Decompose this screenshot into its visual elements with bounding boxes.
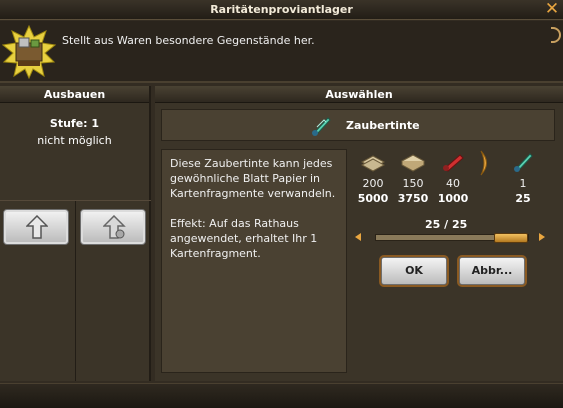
dialog-window: Raritätenproviantlager ✕ Stellt aus Ware… xyxy=(0,0,563,408)
description-panel: Stellt aus Waren besondere Gegenstände h… xyxy=(0,21,563,83)
item-info-box: Diese Zaubertinte kann jedes gewöhnliche… xyxy=(161,149,347,373)
cost-total: 3750 xyxy=(397,192,429,205)
upgrade-button-row xyxy=(0,200,151,381)
item-description: Diese Zaubertinte kann jedes gewöhnliche… xyxy=(170,157,336,200)
auswaehlen-panel: Auswählen Zaubertinte Diese Zaubertinte … xyxy=(155,86,563,381)
building-badge-icon xyxy=(1,24,57,80)
slider-bar[interactable] xyxy=(375,233,529,243)
cost-red-ink: 40 1000 xyxy=(433,149,473,205)
slider-left-arrow-icon[interactable] xyxy=(355,233,361,241)
item-effect: Effekt: Auf das Rathaus angewendet, erha… xyxy=(170,217,318,260)
ausbauen-panel: Ausbauen Stufe: 1 nicht möglich xyxy=(0,86,151,381)
result-total: 25 xyxy=(515,192,531,205)
slider-thumb[interactable] xyxy=(494,233,528,243)
cost-total: 5000 xyxy=(357,192,389,205)
auswaehlen-header: Auswählen xyxy=(155,86,563,103)
ausbauen-header: Ausbauen xyxy=(0,86,149,103)
up-arrow-icon xyxy=(26,215,48,239)
cost-paper: 200 5000 xyxy=(353,149,393,205)
window-title: Raritätenproviantlager xyxy=(0,0,563,20)
result-item: 1 25 xyxy=(503,149,543,205)
item-name: Zaubertinte xyxy=(346,119,420,132)
selected-item-bar[interactable]: Zaubertinte xyxy=(161,109,555,141)
hook-icon xyxy=(551,27,561,43)
up-arrow-coin-icon xyxy=(103,215,126,239)
description-text: Stellt aus Waren besondere Gegenstände h… xyxy=(62,34,315,47)
upgrade-status: nicht möglich xyxy=(37,134,112,147)
cost-amount: 200 xyxy=(362,177,384,190)
result-amount: 1 xyxy=(519,177,527,190)
slider-right-arrow-icon[interactable] xyxy=(539,233,545,241)
cancel-button[interactable]: Abbr... xyxy=(459,257,525,285)
divider xyxy=(75,201,76,381)
cost-total: 1000 xyxy=(437,192,469,205)
produces-arrow-icon xyxy=(479,150,493,179)
red-ink-icon xyxy=(433,149,473,175)
cost-parchment: 150 3750 xyxy=(393,149,433,205)
bottom-bar xyxy=(0,383,563,408)
quantity-slider[interactable] xyxy=(355,233,545,243)
parchment-icon xyxy=(393,149,433,175)
quill-ink-icon xyxy=(312,117,331,136)
upgrade-premium-button[interactable] xyxy=(80,209,146,245)
close-icon[interactable]: ✕ xyxy=(543,0,561,18)
upgrade-button[interactable] xyxy=(3,209,69,245)
ok-button[interactable]: OK xyxy=(381,257,447,285)
quantity-label: 25 / 25 xyxy=(425,218,468,231)
paper-stack-icon xyxy=(353,149,393,175)
level-label: Stufe: 1 xyxy=(49,117,100,130)
cost-amount: 150 xyxy=(402,177,424,190)
cost-amount: 40 xyxy=(446,177,460,190)
quill-ink-icon xyxy=(503,149,543,175)
